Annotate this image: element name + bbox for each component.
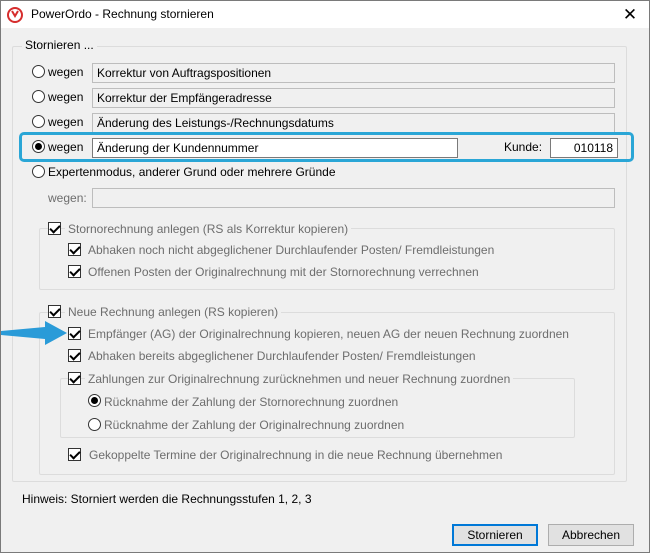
storno-option-1-label: Abhaken noch nicht abgeglichener Durchla… (88, 243, 495, 257)
neue-option-1-label: Empfänger (AG) der Originalrechnung kopi… (88, 327, 569, 341)
title-bar: PowerOrdo - Rechnung stornieren ✕ (1, 1, 649, 28)
storno-option-2-label: Offenen Posten der Originalrechnung mit … (88, 265, 479, 279)
reason-radio-label-3: wegen (48, 115, 84, 129)
reason-radio-3[interactable] (32, 115, 45, 128)
zahlung-storno-radio[interactable] (88, 394, 101, 407)
storno-label: Stornorechnung anlegen (RS als Korrektur… (65, 222, 352, 236)
storno-checkbox[interactable] (48, 222, 61, 235)
storno-group (39, 228, 615, 290)
expert-mode-label: Expertenmodus, anderer Grund oder mehrer… (48, 165, 336, 179)
expert-wegen-input[interactable] (92, 188, 615, 208)
stornieren-button[interactable]: Stornieren (452, 524, 538, 546)
zahlungen-label: Zahlungen zur Originalrechnung zurückneh… (85, 372, 514, 386)
neue-rechnung-label: Neue Rechnung anlegen (RS kopieren) (65, 305, 282, 319)
hinweis-text: Hinweis: Storniert werden die Rechnungss… (22, 492, 312, 506)
reason-radio-2[interactable] (32, 90, 45, 103)
abbrechen-button[interactable]: Abbrechen (548, 524, 634, 546)
reason-radio-1[interactable] (32, 65, 45, 78)
reason-radio-label-2: wegen (48, 90, 84, 104)
close-icon: ✕ (622, 5, 638, 24)
selected-reason-highlight (19, 132, 634, 162)
reason-field-2: Korrektur der Empfängeradresse (92, 88, 615, 108)
reason-radio-label-1: wegen (48, 65, 84, 79)
neue-option-2-label: Abhaken bereits abgeglichener Durchlaufe… (88, 349, 476, 363)
reason-field-1: Korrektur von Auftragspositionen (92, 63, 615, 83)
termine-checkbox[interactable] (68, 448, 81, 461)
neue-rechnung-checkbox[interactable] (48, 305, 61, 318)
storno-option-2-checkbox[interactable] (68, 265, 81, 278)
zahlung-storno-label: Rücknahme der Zahlung der Stornorechnung… (104, 395, 399, 409)
close-button[interactable]: ✕ (611, 1, 649, 28)
stornieren-group-label: Stornieren ... (22, 38, 97, 52)
zahlungen-checkbox[interactable] (68, 372, 81, 385)
expert-wegen-label: wegen: (48, 191, 87, 205)
neue-option-2-checkbox[interactable] (68, 349, 81, 362)
zahlung-original-radio[interactable] (88, 418, 101, 431)
expert-mode-radio[interactable] (32, 165, 45, 178)
reason-field-3: Änderung des Leistungs-/Rechnungsdatums (92, 113, 615, 133)
storno-option-1-checkbox[interactable] (68, 243, 81, 256)
zahlung-original-label: Rücknahme der Zahlung der Originalrechnu… (104, 418, 405, 432)
poweroido-app-icon (7, 7, 23, 23)
pointer-arrow-icon (1, 321, 67, 345)
dialog-window: PowerOrdo - Rechnung stornieren ✕ Storni… (0, 0, 650, 553)
window-title: PowerOrdo - Rechnung stornieren (31, 7, 214, 21)
termine-label: Gekoppelte Termine der Originalrechnung … (89, 448, 503, 462)
